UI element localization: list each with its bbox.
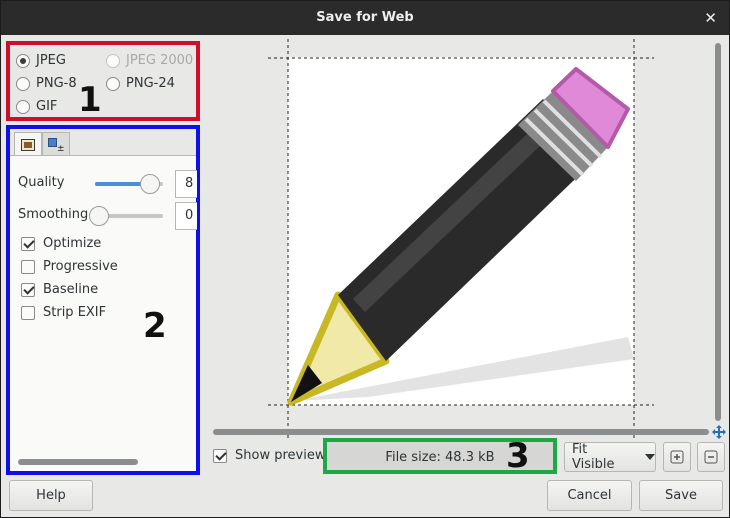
tab-metadata[interactable]: ± (42, 132, 70, 156)
help-button[interactable]: Help (9, 480, 93, 511)
checkbox-label: Show preview (235, 448, 326, 463)
checkbox-indicator (21, 236, 35, 251)
svg-text:±: ± (57, 144, 64, 152)
annotation-number-3: 3 (506, 436, 530, 476)
radio-png8[interactable]: PNG-8 (16, 76, 77, 91)
title-bar: Save for Web ✕ (1, 1, 729, 35)
quality-slider-knob[interactable] (140, 174, 160, 194)
zoom-in-icon (670, 450, 684, 464)
checkbox-label: Strip EXIF (43, 305, 107, 320)
radio-indicator (16, 53, 30, 68)
radio-label: JPEG 2000 (126, 53, 194, 68)
cancel-button[interactable]: Cancel (547, 480, 632, 511)
radio-label: JPEG (36, 53, 66, 68)
radio-label: PNG-24 (126, 76, 175, 91)
close-icon[interactable]: ✕ (704, 9, 717, 27)
checkbox-indicator (21, 259, 35, 274)
format-group: JPEG JPEG 2000 PNG-8 PNG-24 GIF (6, 41, 200, 121)
checkbox-indicator (213, 448, 227, 463)
smoothing-spinbutton[interactable]: 0 (175, 202, 197, 230)
checkbox-indicator (21, 305, 35, 320)
options-panel: ± Quality 8 Smoothing 0 Optimize Progres… (6, 125, 200, 475)
zoom-in-button[interactable] (663, 442, 691, 472)
scrollbar-thumb[interactable] (18, 459, 138, 465)
checkbox-label: Progressive (43, 259, 118, 274)
radio-gif[interactable]: GIF (16, 99, 57, 114)
zoom-out-icon (704, 450, 718, 464)
show-preview-checkbox[interactable]: Show preview (213, 448, 325, 463)
annotation-number-1: 1 (78, 80, 102, 120)
smoothing-slider-knob[interactable] (89, 206, 109, 226)
pencil-image (268, 39, 654, 441)
strip-exif-checkbox[interactable]: Strip EXIF (21, 305, 106, 320)
radio-jpeg[interactable]: JPEG (16, 53, 66, 68)
options-tabs: ± (14, 132, 70, 156)
radio-label: GIF (36, 99, 58, 114)
move-icon[interactable] (712, 425, 726, 439)
baseline-checkbox[interactable]: Baseline (21, 282, 98, 297)
radio-jpeg2000: JPEG 2000 (106, 53, 193, 68)
zoom-mode-label: Fit Visible (572, 442, 615, 472)
image-options-content: Quality 8 Smoothing 0 Optimize Progressi… (10, 155, 197, 471)
smoothing-label: Smoothing (18, 207, 89, 222)
quality-slider[interactable] (95, 174, 163, 194)
annotation-number-2: 2 (143, 306, 167, 346)
radio-label: PNG-8 (36, 76, 77, 91)
preview-vertical-scrollbar[interactable] (715, 43, 721, 421)
radio-indicator (16, 76, 30, 91)
preview-horizontal-scrollbar[interactable] (213, 429, 709, 435)
progressive-checkbox[interactable]: Progressive (21, 259, 118, 274)
quality-spinbutton[interactable]: 8 (175, 170, 197, 198)
checkbox-label: Baseline (43, 282, 99, 297)
preview-area[interactable] (208, 39, 727, 441)
smoothing-slider[interactable] (89, 206, 163, 226)
radio-indicator (106, 53, 120, 68)
radio-indicator (106, 76, 120, 91)
checkbox-indicator (21, 282, 35, 297)
zoom-mode-combobox[interactable]: Fit Visible (564, 442, 656, 472)
save-for-web-dialog: Save for Web ✕ JPEG JPEG 2000 PNG-8 PNG-… (0, 0, 730, 518)
options-horizontal-scrollbar[interactable] (12, 457, 194, 467)
chevron-down-icon (645, 454, 655, 460)
optimize-checkbox[interactable]: Optimize (21, 236, 101, 251)
zoom-out-button[interactable] (697, 442, 725, 472)
metadata-icon: ± (48, 137, 64, 152)
image-icon (21, 138, 35, 151)
checkbox-label: Optimize (43, 236, 102, 251)
tab-image-options[interactable] (14, 132, 42, 156)
radio-png24[interactable]: PNG-24 (106, 76, 175, 91)
quality-label: Quality (18, 175, 65, 190)
dialog-title: Save for Web (316, 10, 414, 25)
save-button[interactable]: Save (639, 480, 723, 511)
radio-indicator (16, 99, 30, 114)
